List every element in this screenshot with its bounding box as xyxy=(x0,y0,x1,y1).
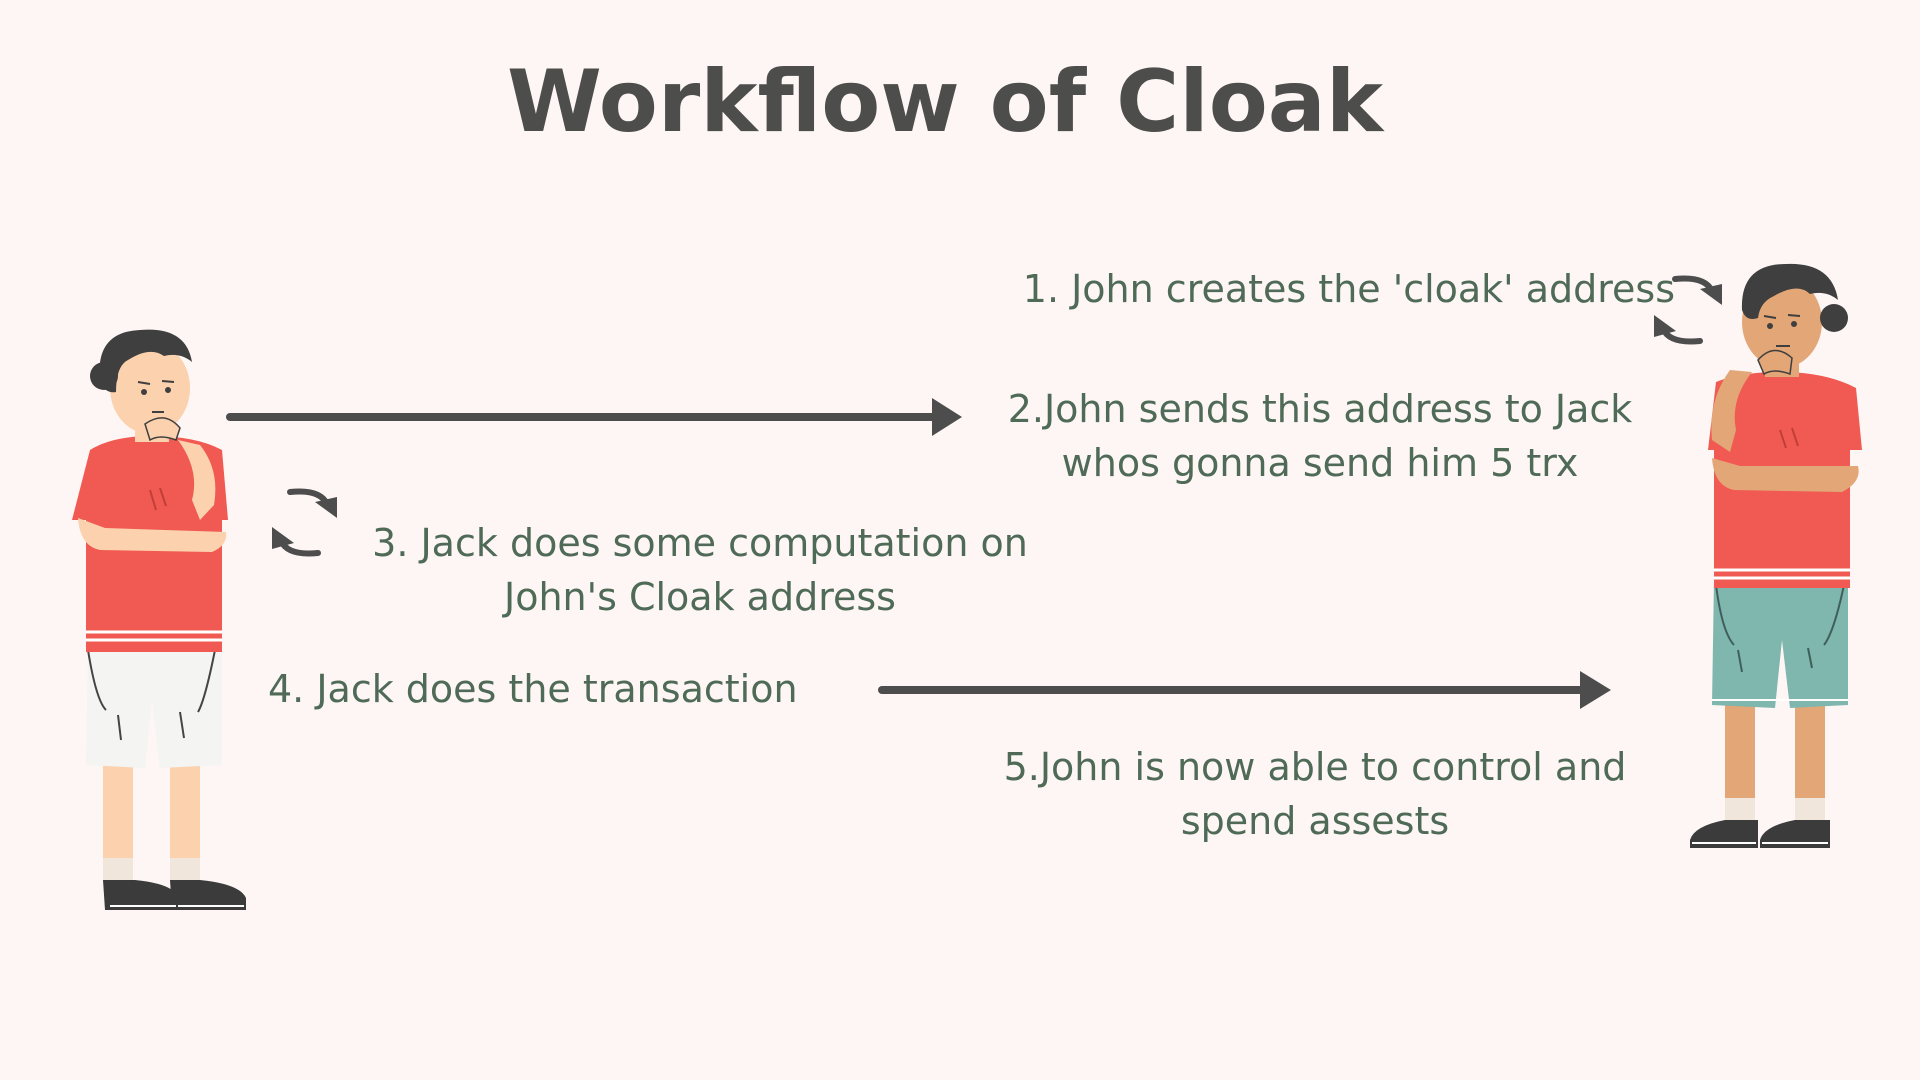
workflow-diagram: Workflow of Cloak 1. John creates the 'c… xyxy=(0,0,1920,1080)
step-5-line-1: 5.John is now able to control and xyxy=(1003,745,1627,789)
person-jack-icon xyxy=(72,329,246,910)
step-4-line-1: 4. Jack does the transaction xyxy=(268,667,798,711)
step-5-line-2: spend assests xyxy=(1180,799,1450,843)
person-john-icon xyxy=(1690,263,1862,848)
arrow-right-icon xyxy=(226,398,962,436)
step-1-text: 1. John creates the 'cloak' address xyxy=(955,262,1675,316)
step-2-text: 2.John sends this address to Jack whos g… xyxy=(980,382,1660,490)
step-4-text: 4. Jack does the transaction xyxy=(268,662,798,716)
step-2-line-2: whos gonna send him 5 trx xyxy=(1061,441,1579,485)
arrow-right-icon xyxy=(878,671,1611,709)
step-3-text: 3. Jack does some computation on John's … xyxy=(350,516,1050,624)
page-title: Workflow of Cloak xyxy=(506,52,1384,152)
step-5-text: 5.John is now able to control and spend … xyxy=(965,740,1665,848)
step-2-line-1: 2.John sends this address to Jack xyxy=(1007,387,1633,431)
step-3-line-2: John's Cloak address xyxy=(504,575,896,619)
step-3-line-1: 3. Jack does some computation on xyxy=(372,521,1028,565)
cycle-arrows-icon xyxy=(272,488,337,557)
step-1-line-1: 1. John creates the 'cloak' address xyxy=(1022,267,1675,311)
